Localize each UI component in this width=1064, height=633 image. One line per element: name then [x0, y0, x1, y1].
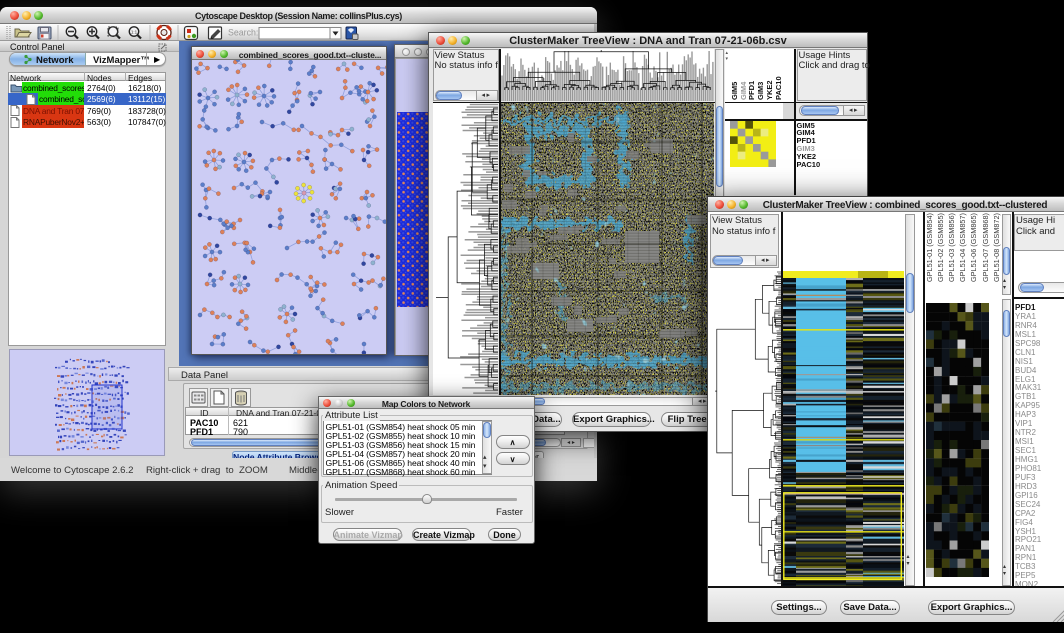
svg-text:Search:: Search:: [228, 28, 258, 38]
svg-text:1:1: 1:1: [131, 30, 138, 35]
